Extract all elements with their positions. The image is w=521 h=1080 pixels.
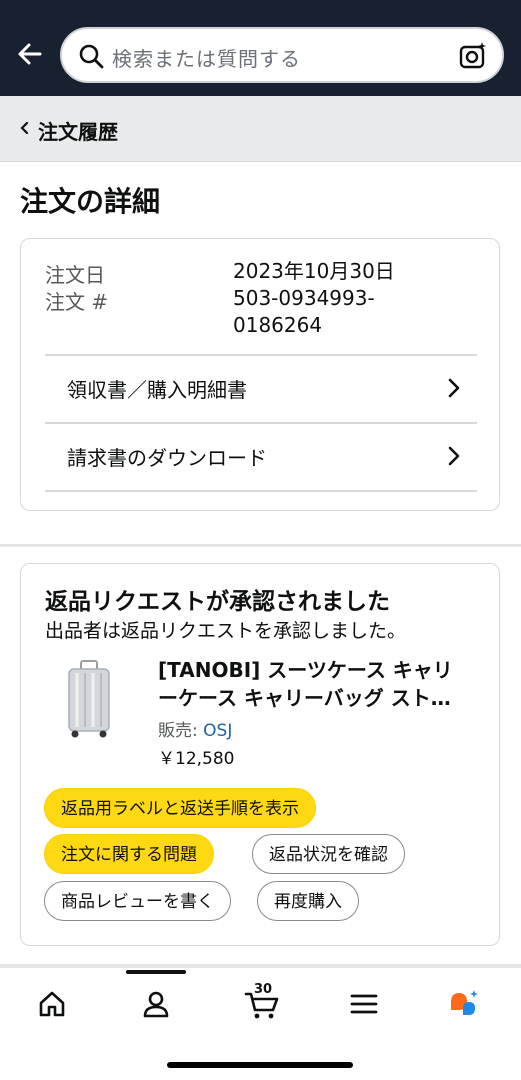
chevron-right-icon (448, 446, 460, 466)
breadcrumb[interactable]: 注文履歴 (0, 96, 521, 162)
receipt-link[interactable]: 領収書／購入明細書 (45, 356, 477, 422)
return-status-card: 返品リクエストが承認されました 出品者は返品リクエストを承認しました。 [TAN… (20, 563, 500, 946)
seller-link[interactable]: OSJ (203, 721, 232, 741)
return-heading: 返品リクエストが承認されました (45, 589, 390, 615)
search-input[interactable]: 検索または質問する (112, 43, 301, 72)
product-title-line: ーケース キャリーバッグ スト… (158, 686, 451, 710)
order-number-line1: 503-0934993- (233, 286, 375, 310)
page-title: 注文の詳細 (20, 185, 161, 218)
order-info-card: 注文日 2023年10月30日 注文 # 503-0934993- 018626… (20, 238, 500, 511)
home-indicator (167, 1062, 353, 1068)
receipt-link-label: 領収書／購入明細書 (67, 378, 247, 402)
rufus-assistant-icon[interactable] (448, 988, 480, 1020)
order-number-line2: 0186264 (233, 313, 323, 337)
invoice-download-label: 請求書のダウンロード (67, 446, 267, 470)
suitcase-product-image[interactable] (65, 659, 113, 739)
seller-info: 販売: OSJ (158, 716, 232, 741)
order-date-label: 注文日 (45, 263, 105, 287)
product-price: ￥12,580 (158, 749, 235, 769)
invoice-download-link[interactable]: 請求書のダウンロード (45, 424, 477, 490)
section-divider (0, 544, 521, 547)
chevron-left-icon (20, 121, 29, 135)
seller-prefix: 販売: (158, 721, 204, 741)
cart-count-badge: 30 (254, 982, 273, 997)
order-date-value: 2023年10月30日 (233, 259, 395, 283)
buy-again-button[interactable]: 再度購入 (257, 881, 359, 921)
menu-icon[interactable] (348, 988, 380, 1020)
search-bar[interactable]: 検索または質問する (60, 27, 504, 83)
active-tab-indicator (126, 970, 186, 974)
divider (45, 490, 477, 492)
product-title-link[interactable]: [TANOBI] スーツケース キャリ ーケース キャリーバッグ スト… (158, 656, 478, 712)
chevron-right-icon (448, 378, 460, 398)
view-return-label-button[interactable]: 返品用ラベルと返送手順を表示 (44, 788, 316, 828)
order-number-label: 注文 # (45, 290, 109, 314)
back-arrow-icon[interactable] (14, 38, 46, 70)
return-status-button[interactable]: 返品状況を確認 (252, 834, 405, 874)
breadcrumb-label[interactable]: 注文履歴 (38, 116, 118, 145)
write-review-button[interactable]: 商品レビューを書く (44, 881, 231, 921)
account-icon[interactable] (140, 988, 172, 1020)
order-problem-button[interactable]: 注文に関する問題 (44, 834, 214, 874)
top-header: 検索または質問する (0, 0, 521, 96)
return-message: 出品者は返品リクエストを承認しました。 (45, 620, 407, 642)
bottom-navigation: 30 (0, 968, 521, 1080)
product-title-line: [TANOBI] スーツケース キャリ (158, 658, 453, 682)
camera-icon[interactable] (458, 41, 488, 71)
home-icon[interactable] (36, 988, 68, 1020)
search-icon (79, 44, 104, 69)
